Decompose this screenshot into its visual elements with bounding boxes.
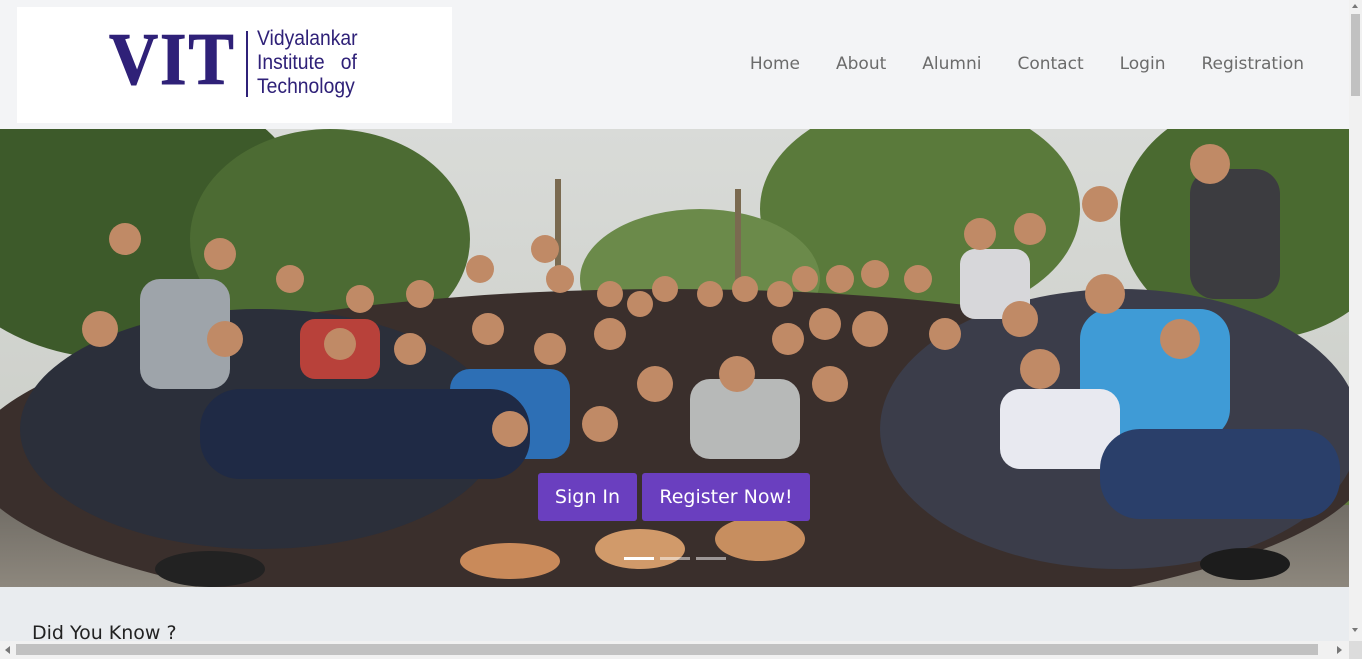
hero-buttons: Sign In Register Now! <box>538 473 810 521</box>
carousel-indicator-1[interactable] <box>624 557 654 560</box>
nav-login[interactable]: Login <box>1120 52 1166 76</box>
nav-alumni[interactable]: Alumni <box>922 52 981 76</box>
horizontal-scroll-thumb[interactable] <box>16 644 1318 655</box>
vertical-scroll-thumb[interactable] <box>1351 14 1360 96</box>
logo-line-2: Institute of <box>257 51 357 74</box>
register-now-button[interactable]: Register Now! <box>642 473 810 521</box>
carousel-indicator-2[interactable] <box>660 557 690 560</box>
carousel-indicator-3[interactable] <box>696 557 726 560</box>
nav-home[interactable]: Home <box>750 52 800 76</box>
vit-logo[interactable]: VIT Vidyalankar Institute of Technology <box>17 7 452 123</box>
hero-carousel: Sign In Register Now! <box>0 129 1349 587</box>
page: VIT Vidyalankar Institute of Technology … <box>0 0 1349 659</box>
main-nav: Home About Alumni Contact Login Registra… <box>714 52 1304 76</box>
scroll-up-arrow-icon[interactable] <box>1352 4 1358 8</box>
carousel-indicators <box>624 557 726 560</box>
site-header: VIT Vidyalankar Institute of Technology … <box>0 0 1349 129</box>
nav-contact[interactable]: Contact <box>1017 52 1083 76</box>
logo-line-3: Technology <box>257 75 355 98</box>
logo-text: Vidyalankar Institute of Technology <box>257 27 358 99</box>
sign-in-button[interactable]: Sign In <box>538 473 637 521</box>
nav-registration[interactable]: Registration <box>1201 52 1304 76</box>
logo-divider <box>246 31 248 97</box>
scroll-right-arrow-icon[interactable] <box>1337 646 1342 654</box>
logo-mark: VIT <box>109 19 236 101</box>
horizontal-scrollbar[interactable] <box>0 641 1349 659</box>
logo-line-1: Vidyalankar <box>257 27 358 50</box>
scroll-down-arrow-icon[interactable] <box>1352 628 1358 632</box>
nav-about[interactable]: About <box>836 52 886 76</box>
scrollbar-corner <box>1349 641 1362 659</box>
vertical-scrollbar[interactable] <box>1349 0 1362 641</box>
scroll-left-arrow-icon[interactable] <box>5 646 10 654</box>
